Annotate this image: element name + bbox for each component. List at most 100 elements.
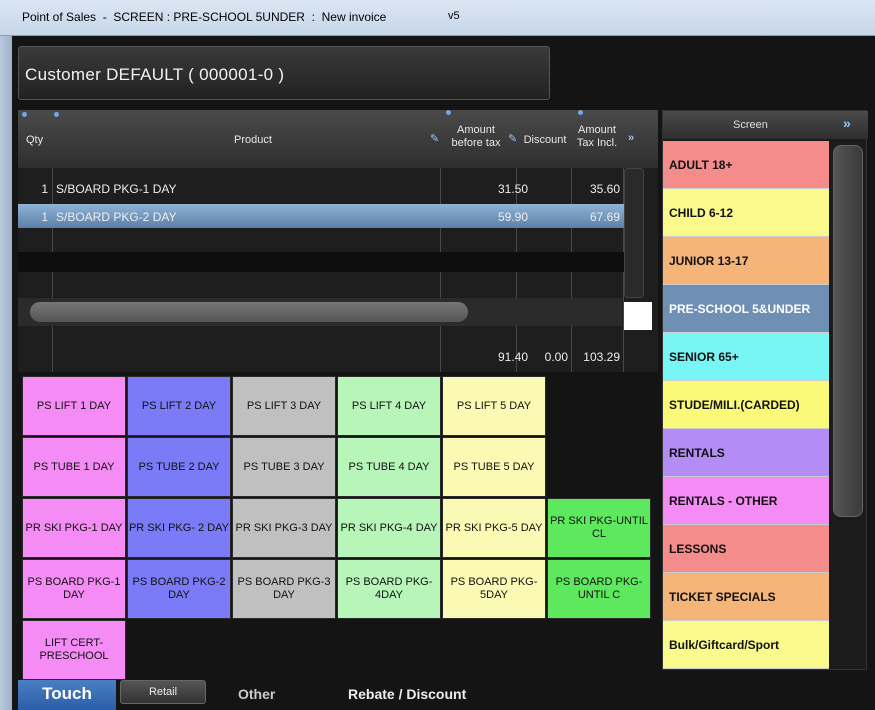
- product-button[interactable]: PS TUBE 4 DAY: [337, 437, 441, 497]
- product-button[interactable]: PS BOARD PKG-UNTIL C: [547, 559, 651, 619]
- table-row-empty[interactable]: [18, 252, 638, 272]
- customer-field[interactable]: Customer DEFAULT ( 000001-0 ): [18, 46, 550, 100]
- table-row[interactable]: 1 S/BOARD PKG-1 DAY 31.50 35.60: [18, 176, 638, 200]
- screen-item[interactable]: LESSONS: [663, 525, 829, 573]
- screen-item[interactable]: SENIOR 65+: [663, 333, 829, 381]
- table-row-selected[interactable]: 1 S/BOARD PKG-2 DAY 59.90 67.69: [18, 204, 638, 228]
- product-button[interactable]: LIFT CERT-PRESCHOOL: [22, 620, 126, 680]
- header-amount-tax-incl[interactable]: Amount Tax Incl.: [571, 124, 623, 150]
- screen-header: Screen »: [663, 111, 868, 139]
- total-amount-tax-incl: 103.29: [583, 350, 620, 364]
- row-amount-before-tax: 59.90: [497, 210, 528, 224]
- vertical-scrollbar[interactable]: [624, 168, 644, 298]
- screen-item-label: PRE-SCHOOL 5&UNDER: [669, 301, 811, 316]
- product-button[interactable]: PR SKI PKG-5 DAY: [442, 498, 546, 558]
- screen-item[interactable]: ADULT 18+: [663, 141, 829, 189]
- button-label: PR SKI PKG- 2 DAY: [128, 521, 230, 534]
- screen-item[interactable]: RENTALS - OTHER: [663, 477, 829, 525]
- tab-label: Touch: [42, 684, 92, 703]
- tab-other[interactable]: Other: [238, 680, 275, 710]
- product-button[interactable]: PS LIFT 1 DAY: [22, 376, 126, 436]
- button-label: PS TUBE 3 DAY: [243, 460, 325, 473]
- column-marker-icon: [54, 112, 59, 117]
- product-button[interactable]: PR SKI PKG-3 DAY: [232, 498, 336, 558]
- screen-item[interactable]: CHILD 6-12: [663, 189, 829, 237]
- button-label: PR SKI PKG-5 DAY: [445, 521, 543, 534]
- collapse-icon[interactable]: »: [628, 132, 634, 144]
- screen-item-label: JUNIOR 13-17: [669, 253, 749, 268]
- collapse-icon[interactable]: »: [843, 115, 851, 131]
- row-amount-before-tax: 31.50: [497, 182, 528, 196]
- button-label: PS LIFT 2 DAY: [141, 399, 217, 412]
- header-qty[interactable]: Qty: [26, 134, 43, 147]
- product-button[interactable]: PS BOARD PKG-2 DAY: [127, 559, 231, 619]
- button-label: PS TUBE 2 DAY: [138, 460, 220, 473]
- button-label: PS LIFT 3 DAY: [246, 399, 322, 412]
- screen-item-label: STUDE/MILI.(CARDED): [669, 397, 800, 412]
- title-bar: Point of Sales - SCREEN : PRE-SCHOOL 5UN…: [0, 0, 875, 36]
- screen-item-label: CHILD 6-12: [669, 205, 734, 220]
- screen-item[interactable]: TICKET SPECIALS: [663, 573, 829, 621]
- horizontal-scrollbar-thumb[interactable]: [30, 302, 468, 322]
- tab-rebate-discount[interactable]: Rebate / Discount: [348, 680, 466, 710]
- product-button[interactable]: PS LIFT 4 DAY: [337, 376, 441, 436]
- product-button[interactable]: PS TUBE 3 DAY: [232, 437, 336, 497]
- product-button[interactable]: PR SKI PKG-4 DAY: [337, 498, 441, 558]
- screen-item-label: ADULT 18+: [669, 157, 733, 172]
- product-button[interactable]: PS LIFT 5 DAY: [442, 376, 546, 436]
- product-button[interactable]: PS BOARD PKG-1 DAY: [22, 559, 126, 619]
- row-amount-tax-incl: 67.69: [589, 210, 620, 224]
- screen-scrollbar[interactable]: [833, 145, 863, 517]
- screen-item-label: Bulk/Giftcard/Sport: [669, 637, 780, 652]
- screen-item[interactable]: STUDE/MILI.(CARDED): [663, 381, 829, 429]
- screen-item[interactable]: JUNIOR 13-17: [663, 237, 829, 285]
- product-button[interactable]: PR SKI PKG-UNTIL CL: [547, 498, 651, 558]
- screen-item-selected[interactable]: PRE-SCHOOL 5&UNDER: [663, 285, 829, 333]
- product-search-icon[interactable]: ✎: [430, 132, 439, 145]
- product-button[interactable]: PS BOARD PKG-5DAY: [442, 559, 546, 619]
- header-product[interactable]: Product: [208, 134, 298, 147]
- product-button[interactable]: PS BOARD PKG-4DAY: [337, 559, 441, 619]
- button-label: PR SKI PKG-UNTIL CL: [550, 515, 648, 540]
- button-label: PS LIFT 5 DAY: [456, 399, 532, 412]
- button-label: PS LIFT 4 DAY: [351, 399, 427, 412]
- button-label: PS LIFT 1 DAY: [36, 399, 112, 412]
- row-product: S/BOARD PKG-2 DAY: [56, 210, 177, 224]
- version-label: v5: [448, 10, 460, 22]
- tab-retail[interactable]: Retail: [120, 680, 206, 704]
- tab-label: Other: [238, 686, 276, 702]
- totals-row: 91.40 0.00 103.29: [18, 344, 638, 368]
- tab-label: Retail: [148, 686, 178, 698]
- button-label: PS TUBE 1 DAY: [33, 460, 115, 473]
- screen-item[interactable]: Bulk/Giftcard/Sport: [663, 621, 829, 669]
- header-amount-before-tax[interactable]: Amount before tax: [446, 124, 506, 150]
- amount-search-icon[interactable]: ✎: [508, 132, 517, 145]
- button-label: PS BOARD PKG-4DAY: [345, 576, 433, 601]
- screen-item-label: RENTALS: [669, 445, 725, 460]
- product-button[interactable]: PS TUBE 2 DAY: [127, 437, 231, 497]
- grid-header: Qty Product ✎ Amount before tax ✎ Discou…: [18, 110, 658, 168]
- screen-title: Screen: [733, 119, 768, 131]
- product-button[interactable]: PR SKI PKG-1 DAY: [22, 498, 126, 558]
- horizontal-scrollbar-track[interactable]: [18, 298, 622, 326]
- product-button[interactable]: PS BOARD PKG-3 DAY: [232, 559, 336, 619]
- screen-panel: Screen » ADULT 18+ CHILD 6-12 JUNIOR 13-…: [662, 110, 868, 670]
- product-button[interactable]: PS TUBE 5 DAY: [442, 437, 546, 497]
- row-qty: 1: [41, 182, 48, 196]
- screen-item-label: SENIOR 65+: [669, 349, 739, 364]
- tab-touch[interactable]: Touch: [18, 680, 116, 710]
- product-button[interactable]: PS LIFT 3 DAY: [232, 376, 336, 436]
- button-label: PR SKI PKG-3 DAY: [235, 521, 333, 534]
- button-label: PS BOARD PKG-2 DAY: [132, 576, 226, 601]
- button-label: PS TUBE 4 DAY: [348, 460, 430, 473]
- product-button[interactable]: PS LIFT 2 DAY: [127, 376, 231, 436]
- product-button[interactable]: PR SKI PKG- 2 DAY: [127, 498, 231, 558]
- window-border: [0, 36, 12, 710]
- product-button[interactable]: PS TUBE 1 DAY: [22, 437, 126, 497]
- button-label: PS BOARD PKG-UNTIL C: [555, 576, 643, 601]
- column-marker-icon: [578, 110, 583, 115]
- screen-item[interactable]: RENTALS: [663, 429, 829, 477]
- header-discount[interactable]: Discount: [520, 134, 570, 147]
- window-title: Point of Sales - SCREEN : PRE-SCHOOL 5UN…: [22, 10, 387, 24]
- total-discount: 0.00: [544, 350, 568, 364]
